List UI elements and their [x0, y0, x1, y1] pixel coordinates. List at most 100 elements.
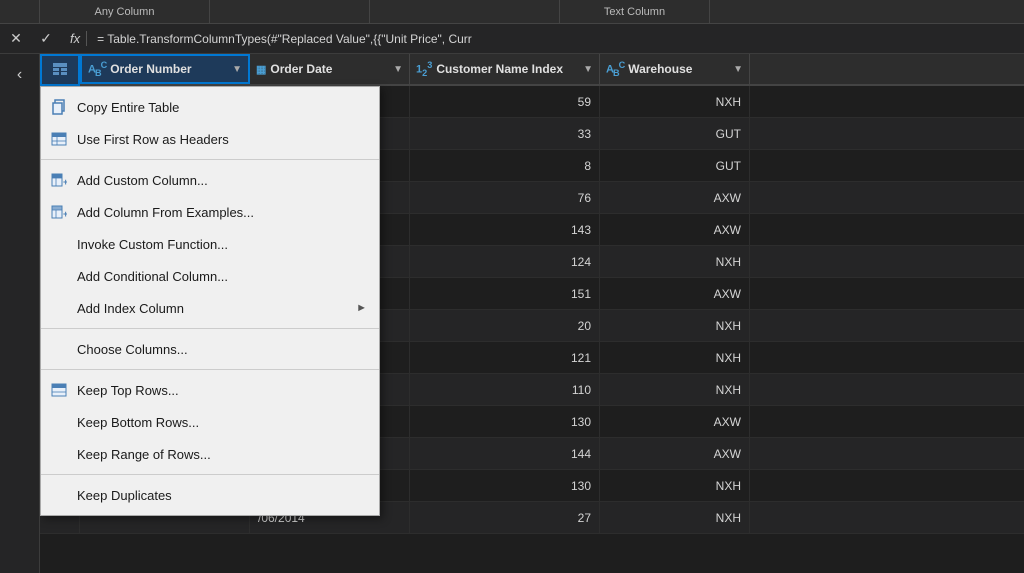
add-col-examples-icon: + [51, 204, 67, 220]
td-warehouse: AXW [600, 406, 750, 437]
none-menu-icon [49, 298, 69, 318]
menu-separator [41, 369, 379, 370]
td-cust-index: 143 [410, 214, 600, 245]
none-menu-icon [49, 485, 69, 505]
menu-item-invoke-custom-function[interactable]: Invoke Custom Function... [41, 228, 379, 260]
formula-input[interactable]: = Table.TransformColumnTypes(#"Replaced … [97, 32, 1020, 46]
menu-item-add-column-examples[interactable]: + Add Column From Examples... [41, 196, 379, 228]
formula-confirm-button[interactable]: ✓ [34, 27, 58, 51]
th-customer-name-index[interactable]: 123 Customer Name Index ▼ [410, 54, 600, 84]
context-menu: Copy Entire Table Use First Row as Heade… [40, 86, 380, 516]
menu-item-label: Add Column From Examples... [77, 205, 367, 220]
th-order-number[interactable]: ABC Order Number ▼ [80, 54, 250, 84]
none-menu-icon [49, 444, 69, 464]
svg-text:+: + [63, 177, 67, 187]
td-cust-index: 124 [410, 246, 600, 277]
menu-item-use-first-row-headers[interactable]: Use First Row as Headers [41, 123, 379, 155]
formula-cancel-button[interactable]: ✕ [4, 27, 28, 51]
copy-icon [51, 99, 67, 115]
menu-item-keep-bottom-rows[interactable]: Keep Bottom Rows... [41, 406, 379, 438]
context-menu-overlay: Copy Entire Table Use First Row as Heade… [40, 86, 380, 516]
order-number-type-icon: ABC [88, 60, 106, 78]
menu-item-label: Keep Range of Rows... [77, 447, 367, 462]
th-order-date-label: Order Date [270, 62, 332, 76]
cust-index-dropdown-icon[interactable]: ▼ [583, 64, 593, 75]
column-type-header-row: Any Column Text Column [0, 0, 1024, 24]
fx-label: fx [64, 31, 87, 46]
none-menu-icon [49, 266, 69, 286]
col-type-order-date [210, 0, 370, 23]
td-cust-index: 59 [410, 86, 600, 117]
td-cust-index: 151 [410, 278, 600, 309]
col-examples-menu-icon: + [49, 202, 69, 222]
menu-separator [41, 328, 379, 329]
header-menu-icon [49, 129, 69, 149]
td-cust-index: 121 [410, 342, 600, 373]
td-warehouse: NXH [600, 342, 750, 373]
warehouse-dropdown-icon[interactable]: ▼ [733, 64, 743, 75]
none-menu-icon [49, 339, 69, 359]
td-warehouse: AXW [600, 214, 750, 245]
td-warehouse: NXH [600, 86, 750, 117]
menu-item-label: Keep Top Rows... [77, 383, 367, 398]
sidebar-collapse-button[interactable]: ‹ [13, 62, 26, 88]
add-custom-col-icon: + [51, 172, 67, 188]
svg-text:+: + [63, 209, 67, 219]
th-customer-name-index-label: Customer Name Index [436, 62, 563, 76]
td-cust-index: 27 [410, 502, 600, 533]
none-menu-icon [49, 234, 69, 254]
table-area: ABC Order Number ▼ ▦ Order Date ▼ 123 Cu… [40, 54, 1024, 573]
formula-bar: ✕ ✓ fx = Table.TransformColumnTypes(#"Re… [0, 24, 1024, 54]
menu-item-keep-duplicates[interactable]: Keep Duplicates [41, 479, 379, 511]
col-type-any-column: Any Column [40, 0, 210, 23]
table-grid-icon [52, 62, 68, 78]
menu-separator [41, 159, 379, 160]
td-warehouse: GUT [600, 118, 750, 149]
main-content: ‹ ABC Order Number [0, 54, 1024, 573]
td-cust-index: 33 [410, 118, 600, 149]
td-warehouse: AXW [600, 438, 750, 469]
td-cust-index: 8 [410, 150, 600, 181]
order-date-dropdown-icon[interactable]: ▼ [393, 64, 403, 75]
copy-menu-icon [49, 97, 69, 117]
td-warehouse: AXW [600, 182, 750, 213]
menu-item-copy-entire-table[interactable]: Copy Entire Table [41, 91, 379, 123]
col-type-cust-index [370, 0, 560, 23]
menu-item-keep-top-rows[interactable]: Keep Top Rows... [41, 374, 379, 406]
menu-item-add-conditional-column[interactable]: Add Conditional Column... [41, 260, 379, 292]
menu-item-add-custom-column[interactable]: + Add Custom Column... [41, 164, 379, 196]
table-header: ABC Order Number ▼ ▦ Order Date ▼ 123 Cu… [40, 54, 1024, 86]
td-warehouse: NXH [600, 310, 750, 341]
td-warehouse: GUT [600, 150, 750, 181]
th-warehouse-label: Warehouse [628, 62, 692, 76]
order-number-dropdown-icon[interactable]: ▼ [232, 64, 242, 75]
menu-item-label: Invoke Custom Function... [77, 237, 367, 252]
menu-item-add-index-column[interactable]: Add Index Column ► [41, 292, 379, 324]
th-warehouse[interactable]: ABC Warehouse ▼ [600, 54, 750, 84]
table-menu-button[interactable] [40, 54, 80, 86]
td-cust-index: 144 [410, 438, 600, 469]
th-order-date[interactable]: ▦ Order Date ▼ [250, 54, 410, 84]
td-warehouse: NXH [600, 502, 750, 533]
menu-item-label: Choose Columns... [77, 342, 367, 357]
menu-item-keep-range-rows[interactable]: Keep Range of Rows... [41, 438, 379, 470]
td-cust-index: 130 [410, 470, 600, 501]
col-custom-menu-icon: + [49, 170, 69, 190]
menu-item-choose-columns[interactable]: Choose Columns... [41, 333, 379, 365]
th-order-number-label: Order Number [110, 62, 191, 76]
td-cust-index: 76 [410, 182, 600, 213]
order-date-type-icon: ▦ [256, 63, 266, 76]
menu-item-label: Add Custom Column... [77, 173, 367, 188]
menu-item-label: Add Conditional Column... [77, 269, 367, 284]
menu-separator [41, 474, 379, 475]
menu-item-label: Use First Row as Headers [77, 132, 367, 147]
col-type-btn-cell [0, 0, 40, 23]
menu-item-label: Keep Duplicates [77, 488, 367, 503]
menu-item-label: Keep Bottom Rows... [77, 415, 367, 430]
header-icon [51, 131, 67, 147]
menu-item-label: Add Index Column [77, 301, 348, 316]
left-sidebar: ‹ [0, 54, 40, 573]
warehouse-type-icon: ABC [606, 60, 624, 78]
td-warehouse: AXW [600, 278, 750, 309]
td-cust-index: 20 [410, 310, 600, 341]
